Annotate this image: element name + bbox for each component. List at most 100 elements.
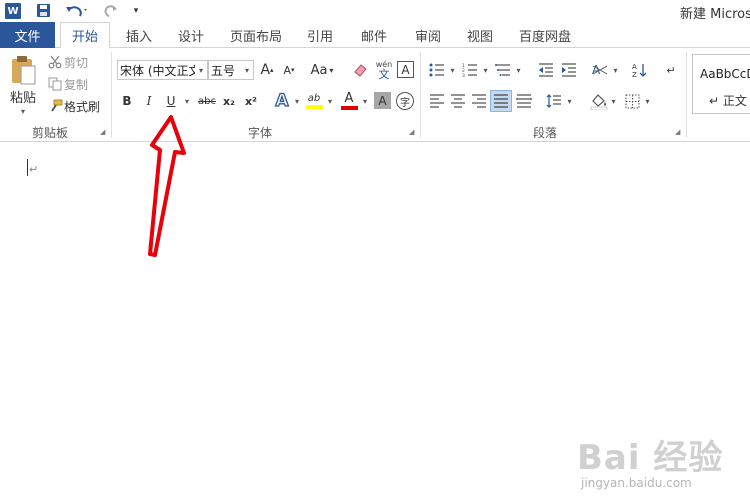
align-left-button[interactable] — [428, 92, 446, 110]
bold-icon: B — [122, 94, 132, 108]
paragraph-group-label: 段落 — [532, 126, 557, 140]
italic-button[interactable]: I — [141, 92, 157, 110]
shading-dropdown-icon[interactable]: ▾ — [609, 92, 618, 110]
undo-icon — [66, 5, 87, 16]
numbering-dropdown-icon[interactable]: ▾ — [481, 61, 490, 79]
shrink-font-icon: A — [283, 63, 291, 77]
group-divider — [111, 52, 112, 138]
cut-icon[interactable] — [46, 54, 64, 70]
paste-icon[interactable] — [8, 54, 38, 88]
grow-font-button[interactable]: A ▴ — [258, 61, 276, 79]
bold-button[interactable]: B — [119, 92, 135, 110]
font-launcher-icon[interactable]: ◢ — [409, 128, 417, 136]
decrease-indent-icon — [539, 63, 553, 77]
customize-qat-button[interactable]: ▾ — [131, 2, 141, 19]
tab-layout[interactable]: 页面布局 — [226, 22, 286, 48]
text-effects-button[interactable]: A — [272, 90, 292, 112]
save-icon[interactable] — [36, 3, 51, 18]
watermark-url: jingyan.baidu.com — [581, 476, 692, 490]
align-right-button[interactable] — [470, 92, 488, 110]
multilevel-dropdown-icon[interactable]: ▾ — [514, 61, 523, 79]
font-name-combo[interactable]: 宋体 (中文正文 ▾ — [117, 60, 208, 80]
change-case-button[interactable]: Aa ▾ — [307, 61, 337, 79]
tab-home[interactable]: 开始 — [60, 22, 110, 49]
character-shading-button[interactable]: A — [374, 92, 391, 109]
font-size-combo[interactable]: 五号 ▾ — [208, 60, 254, 80]
align-right-icon — [472, 94, 486, 108]
copy-pages-icon — [48, 77, 62, 91]
shrink-font-button[interactable]: A ▾ — [280, 61, 298, 79]
line-spacing-icon — [546, 94, 561, 108]
shading-button[interactable] — [589, 90, 609, 112]
sort-az-icon: AZ — [632, 63, 647, 78]
chinese-layout-dropdown-icon[interactable]: ▾ — [611, 61, 620, 79]
underline-dropdown-icon[interactable]: ▾ — [182, 92, 192, 110]
chinese-layout-button[interactable]: A — [590, 61, 610, 79]
chinese-layout-icon: A — [592, 63, 608, 77]
font-size-dropdown-icon[interactable]: ▾ — [241, 66, 253, 75]
clipboard-launcher-icon[interactable]: ◢ — [100, 128, 108, 136]
underline-button[interactable]: U — [163, 92, 179, 110]
group-divider — [686, 52, 687, 138]
increase-indent-button[interactable] — [560, 61, 578, 79]
font-color-dropdown-icon[interactable]: ▾ — [360, 92, 370, 110]
paragraph-mark: ↵ — [29, 163, 39, 176]
borders-button[interactable] — [623, 92, 641, 110]
word-logo-icon[interactable]: W — [5, 3, 21, 19]
tab-references[interactable]: 引用 — [301, 22, 339, 48]
decrease-indent-button[interactable] — [537, 61, 555, 79]
clear-formatting-button[interactable] — [351, 61, 369, 79]
paste-button[interactable]: 粘贴 — [7, 88, 39, 106]
enclose-characters-button[interactable]: 字 — [396, 92, 414, 110]
style-normal-sample[interactable]: AaBbCcD — [700, 67, 750, 81]
highlight-dropdown-icon[interactable]: ▾ — [325, 92, 335, 110]
ribbon-tabs: 文件 开始 插入 设计 页面布局 引用 邮件 审阅 视图 百度网盘 — [0, 22, 750, 49]
format-painter-button[interactable]: 格式刷 — [64, 98, 104, 114]
tab-view[interactable]: 视图 — [461, 22, 499, 48]
bullets-button[interactable] — [428, 61, 446, 79]
tab-mailings[interactable]: 邮件 — [355, 22, 393, 48]
character-border-icon: A — [401, 62, 410, 77]
copy-button[interactable]: 复制 — [64, 76, 92, 92]
superscript-button[interactable]: x² — [242, 92, 260, 110]
tab-baidu-netdisk[interactable]: 百度网盘 — [514, 22, 576, 48]
font-color-button[interactable]: A — [339, 90, 359, 112]
subscript-button[interactable]: x₂ — [220, 92, 238, 110]
paragraph-launcher-icon[interactable]: ◢ — [675, 128, 683, 136]
line-spacing-dropdown-icon[interactable]: ▾ — [565, 92, 574, 110]
multilevel-list-button[interactable] — [494, 61, 512, 79]
italic-icon: I — [146, 94, 152, 108]
style-gallery[interactable]: AaBbCcD ↵ 正文 — [692, 54, 750, 114]
text-effects-dropdown-icon[interactable]: ▾ — [292, 92, 302, 110]
line-spacing-button[interactable] — [545, 92, 563, 110]
tab-file[interactable]: 文件 — [0, 22, 55, 48]
character-border-button[interactable]: A — [397, 61, 414, 78]
font-name-value: 宋体 (中文正文 — [120, 63, 195, 78]
tab-review[interactable]: 审阅 — [409, 22, 447, 48]
sort-button[interactable]: AZ — [631, 61, 649, 79]
phonetic-guide-button[interactable]: wén 文 — [374, 58, 394, 82]
change-case-icon: Aa — [310, 62, 328, 78]
clipboard-icon — [12, 56, 36, 85]
tab-design[interactable]: 设计 — [172, 22, 210, 48]
redo-button[interactable] — [104, 2, 120, 19]
font-name-dropdown-icon[interactable]: ▾ — [195, 66, 207, 75]
cut-button[interactable]: 剪切 — [64, 54, 92, 70]
font-color-letter-icon: A — [344, 91, 354, 106]
text-effects-icon: A — [275, 90, 289, 111]
numbering-button[interactable]: 123 — [461, 61, 479, 79]
align-center-button[interactable] — [449, 92, 467, 110]
highlight-button[interactable]: ab — [304, 90, 324, 112]
increase-indent-icon — [562, 63, 576, 77]
borders-dropdown-icon[interactable]: ▾ — [643, 92, 652, 110]
bullets-dropdown-icon[interactable]: ▾ — [448, 61, 457, 79]
strikethrough-button[interactable]: abc — [197, 92, 217, 110]
paste-dropdown-icon[interactable]: ▾ — [18, 106, 28, 116]
distributed-button[interactable] — [515, 92, 533, 110]
format-painter-icon[interactable] — [46, 98, 64, 114]
tab-insert[interactable]: 插入 — [120, 22, 158, 48]
undo-button[interactable] — [64, 2, 90, 19]
show-marks-button[interactable]: ↵ — [664, 61, 678, 79]
justify-button[interactable] — [490, 90, 512, 112]
copy-icon[interactable] — [46, 76, 64, 92]
